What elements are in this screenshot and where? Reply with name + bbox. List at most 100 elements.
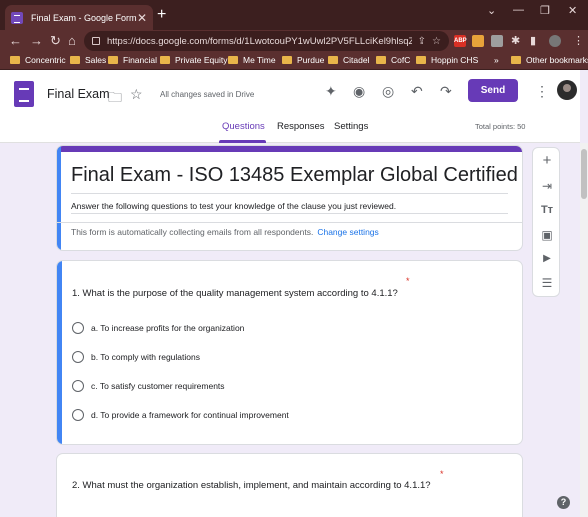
profile-avatar-icon[interactable]: [549, 35, 561, 47]
folder-icon: [282, 56, 292, 64]
add-section-icon[interactable]: ☰: [539, 275, 555, 291]
reload-icon[interactable]: ↻: [50, 33, 61, 49]
browser-tab[interactable]: Final Exam - Google Forms ✕: [5, 5, 153, 30]
description-underline: [71, 213, 508, 214]
radio-button[interactable]: [72, 351, 84, 363]
folder-icon: [228, 56, 238, 64]
more-options-icon[interactable]: ⋮: [535, 83, 549, 100]
required-asterisk: *: [406, 276, 410, 286]
browser-tab-title: Final Exam - Google Forms: [31, 12, 137, 23]
add-title-description-icon[interactable]: Tт: [539, 202, 555, 218]
maximize-button[interactable]: ❐: [540, 4, 550, 17]
share-icon[interactable]: ⇪: [418, 36, 426, 47]
close-window-button[interactable]: ✕: [568, 4, 577, 17]
total-points: Total points: 50: [475, 122, 526, 131]
move-to-folder-icon[interactable]: 🗀: [108, 87, 122, 111]
tab-questions[interactable]: Questions: [222, 121, 265, 132]
browser-tab-bar: Final Exam - Google Forms ✕ + ⌄ — ❐ ✕: [0, 0, 588, 30]
bookmark-folder[interactable]: Financial: [108, 55, 157, 65]
bookmark-folder[interactable]: Hoppin CHS: [416, 55, 478, 65]
tab-responses[interactable]: Responses: [277, 121, 325, 132]
redo-icon[interactable]: ↷: [440, 83, 452, 100]
form-title-input[interactable]: Final Exam - ISO 13485 Exemplar Global C…: [71, 164, 518, 187]
bookmark-star-icon[interactable]: ☆: [432, 36, 441, 47]
bookmark-folder[interactable]: Purdue: [282, 55, 324, 65]
minimize-button[interactable]: —: [513, 4, 524, 16]
add-question-icon[interactable]: +: [539, 153, 555, 169]
account-avatar[interactable]: [557, 80, 577, 100]
folder-icon: [376, 56, 386, 64]
import-questions-icon[interactable]: ⇥: [539, 178, 555, 194]
back-icon[interactable]: ←: [9, 33, 22, 49]
address-bar[interactable]: https://docs.google.com/forms/d/1Lwotcou…: [84, 31, 449, 51]
form-header-card[interactable]: Final Exam - ISO 13485 Exemplar Global C…: [56, 145, 523, 251]
side-panel-icon[interactable]: ▮: [530, 34, 536, 47]
form-document-title[interactable]: Final Exam: [47, 87, 110, 101]
active-tab-indicator: [219, 140, 266, 143]
bookmark-folder[interactable]: Citadel: [328, 55, 369, 65]
folder-icon: [328, 56, 338, 64]
folder-icon: [70, 56, 80, 64]
question-card[interactable]: 2. What must the organization establish,…: [56, 453, 523, 517]
home-icon[interactable]: ⌂: [68, 33, 76, 49]
other-bookmarks-folder[interactable]: Other bookmarks: [511, 55, 588, 65]
question-title[interactable]: 2. What must the organization establish,…: [72, 480, 431, 491]
option-row[interactable]: b. To comply with regulations: [72, 351, 200, 363]
add-image-icon[interactable]: ▣: [539, 227, 555, 243]
bookmark-folder[interactable]: Sales: [70, 55, 106, 65]
change-settings-link[interactable]: Change settings: [317, 227, 378, 237]
form-description-input[interactable]: Answer the following questions to test y…: [71, 201, 396, 211]
close-tab-icon[interactable]: ✕: [137, 12, 147, 24]
scrollbar-thumb[interactable]: [581, 149, 587, 199]
question-toolbar: + ⇥ Tт ▣ ▶ ☰: [532, 147, 560, 297]
star-icon[interactable]: ☆: [130, 86, 143, 103]
radio-button[interactable]: [72, 409, 84, 421]
adblock-extension-icon[interactable]: ABP: [454, 35, 467, 47]
title-underline: [71, 193, 508, 194]
radio-button[interactable]: [72, 322, 84, 334]
bookmark-folder[interactable]: CofC: [376, 55, 410, 65]
customize-theme-icon[interactable]: ◉: [353, 83, 365, 100]
focus-indicator: [57, 146, 61, 250]
option-row[interactable]: d. To provide a framework for continual …: [72, 409, 289, 421]
radio-button[interactable]: [72, 380, 84, 392]
url-text: https://docs.google.com/forms/d/1Lwotcou…: [107, 35, 412, 47]
bookmark-folder[interactable]: Me Time: [228, 55, 276, 65]
card-divider: [57, 222, 522, 223]
add-video-icon[interactable]: ▶: [539, 251, 555, 267]
page-scrollbar[interactable]: [580, 143, 588, 517]
folder-icon: [160, 56, 170, 64]
extension-icon[interactable]: [472, 35, 484, 47]
bookmark-folder[interactable]: Private Equity: [160, 55, 227, 65]
lock-icon: [92, 37, 100, 45]
browser-toolbar: ← → ↻ ⌂ https://docs.google.com/forms/d/…: [0, 30, 588, 52]
help-icon[interactable]: ?: [557, 496, 570, 509]
google-forms-favicon-icon: [11, 11, 23, 24]
question-title[interactable]: 1. What is the purpose of the quality ma…: [72, 288, 398, 299]
menu-kebab-icon[interactable]: ⋮: [573, 34, 584, 47]
question-card[interactable]: 1. What is the purpose of the quality ma…: [56, 260, 523, 445]
tab-settings[interactable]: Settings: [334, 121, 368, 132]
add-ons-icon[interactable]: ✦: [325, 83, 337, 100]
bookmarks-bar: Concentric Sales Financial Private Equit…: [0, 52, 588, 70]
undo-icon[interactable]: ↶: [411, 83, 423, 100]
new-tab-button[interactable]: +: [157, 7, 166, 23]
preview-eye-icon[interactable]: ◎: [382, 83, 394, 100]
extension-icon[interactable]: [491, 35, 503, 47]
focus-indicator: [57, 261, 62, 444]
folder-icon: [511, 56, 521, 64]
bookmark-folder[interactable]: Concentric: [10, 55, 66, 65]
more-bookmarks-button[interactable]: »: [494, 55, 499, 65]
option-row[interactable]: c. To satisfy customer requirements: [72, 380, 225, 392]
email-collection-note: This form is automatically collecting em…: [71, 227, 379, 237]
extensions-puzzle-icon[interactable]: ✱: [511, 34, 520, 47]
tab-search-icon[interactable]: ⌄: [487, 4, 496, 17]
option-row[interactable]: a. To increase profits for the organizat…: [72, 322, 244, 334]
forward-icon[interactable]: →: [30, 33, 43, 49]
send-button[interactable]: Send: [468, 79, 518, 102]
forms-app-bar: Final Exam 🗀 ☆ All changes saved in Driv…: [0, 70, 580, 143]
folder-icon: [416, 56, 426, 64]
required-asterisk: *: [440, 469, 444, 479]
google-forms-logo-icon[interactable]: [14, 81, 34, 107]
folder-icon: [108, 56, 118, 64]
